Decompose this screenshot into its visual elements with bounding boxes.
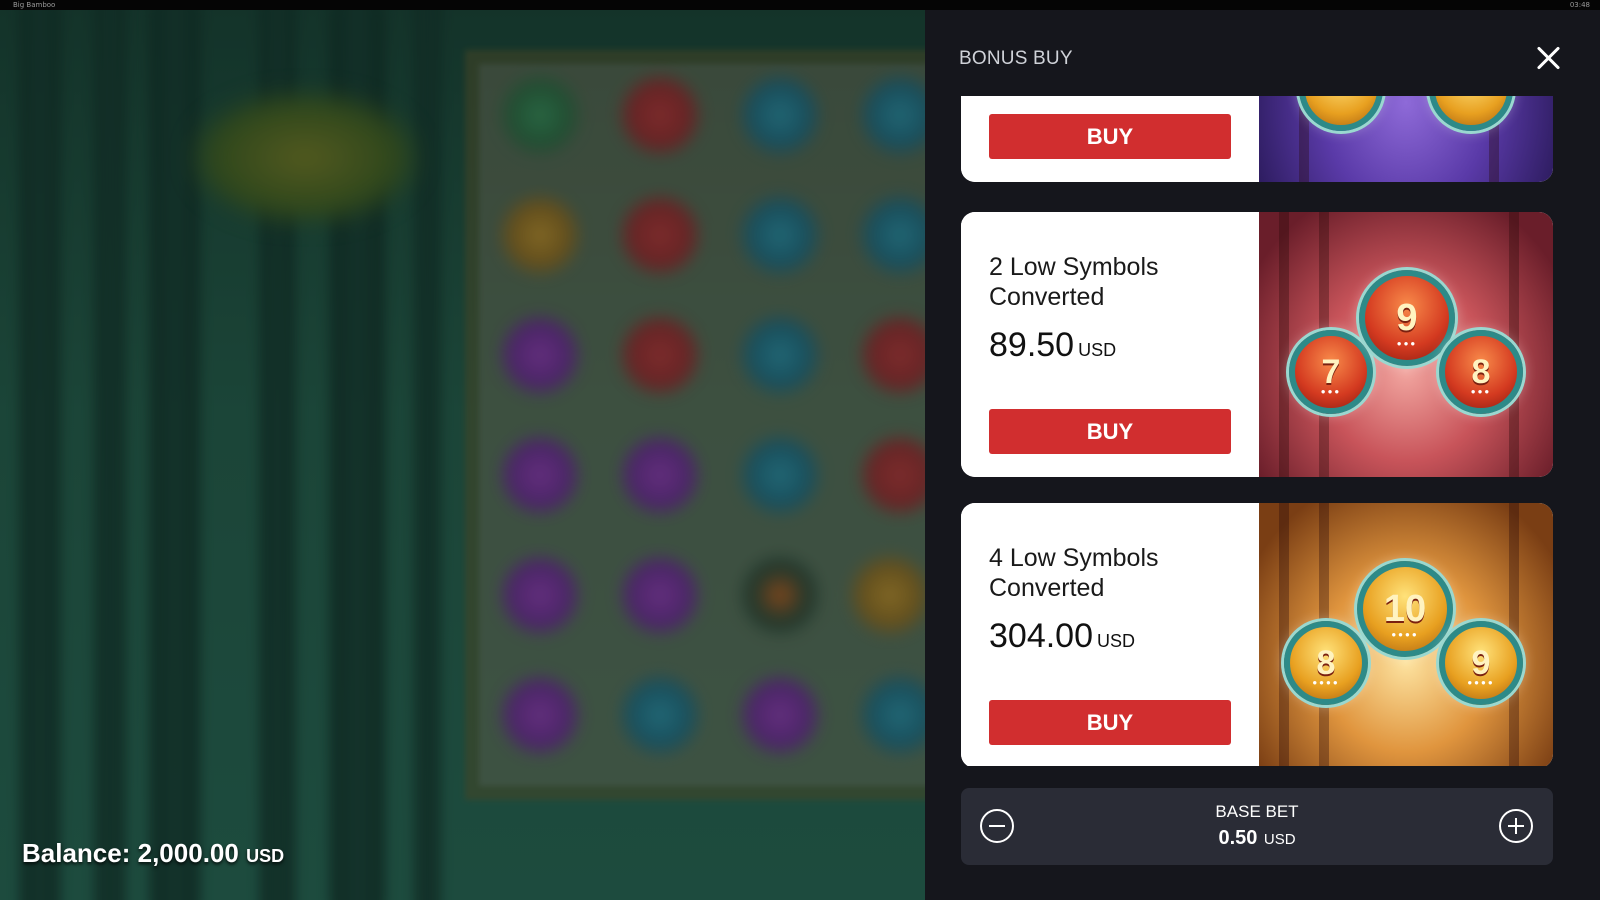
bonus-offer-card: 2 Low Symbols Converted 89.50 USD BUY 7 ●●…	[961, 212, 1553, 477]
buy-button[interactable]: BUY	[989, 114, 1231, 159]
clock: 03:48	[1569, 1, 1590, 9]
bonus-art-image: 7 ●●● 9 ●●● 8 ●●●	[1259, 212, 1553, 477]
bonus-offer-price: 89.50 USD	[989, 326, 1116, 365]
bonus-art-image: 8 ●●●● 10 ●●●● 9 ●●●●	[1259, 503, 1553, 766]
game-background	[0, 10, 925, 900]
buy-button[interactable]: BUY	[989, 700, 1231, 745]
price-currency: USD	[1097, 631, 1136, 651]
bonus-offer-card: BUY	[961, 96, 1553, 182]
panel-title: BONUS BUY	[959, 48, 1073, 69]
coin-symbol: 7 ●●●	[1289, 330, 1373, 414]
base-bet-currency: USD	[1263, 831, 1296, 848]
coin-symbol: 9 ●●●	[1359, 270, 1455, 366]
bonus-offer-name: 4 Low Symbols Converted	[989, 544, 1159, 602]
coin-symbol: 8 ●●●●	[1284, 621, 1368, 705]
base-bet-bar: BASE BET 0.50 USD	[961, 788, 1553, 865]
coin-symbol: 9 ●●●●	[1439, 621, 1523, 705]
bonus-offer-card: 4 Low Symbols Converted 304.00 USD BUY 8 ●…	[961, 503, 1553, 766]
buy-button[interactable]: BUY	[989, 409, 1231, 454]
bonus-art-image	[1259, 96, 1553, 182]
price-amount: 304.00	[989, 617, 1093, 655]
bonus-offer-list[interactable]: BUY 2 Low Symbols Converted 89.50 USD BUY	[961, 96, 1561, 766]
plus-circle-icon[interactable]	[1499, 809, 1533, 843]
price-amount: 89.50	[989, 326, 1075, 364]
base-bet-amount: 0.50	[1218, 827, 1258, 849]
balance-currency: USD	[246, 846, 285, 866]
balance-label: Balance:	[22, 838, 131, 868]
base-bet-label: BASE BET	[1215, 802, 1299, 821]
window-title: Big Bamboo	[13, 1, 56, 9]
coin-symbol: 10 ●●●●	[1357, 561, 1453, 657]
close-icon[interactable]	[1535, 44, 1563, 72]
bonus-buy-panel: BONUS BUY BUY 2 Low Symbols Converted 89…	[925, 10, 1600, 900]
balance-display: Balance: 2,000.00 USD	[22, 838, 284, 869]
balance-amount: 2,000.00	[137, 838, 239, 868]
price-currency: USD	[1078, 340, 1117, 360]
coin-symbol: 8 ●●●	[1439, 330, 1523, 414]
bonus-offer-price: 304.00 USD	[989, 617, 1135, 656]
bonus-offer-name: 2 Low Symbols Converted	[989, 253, 1159, 311]
base-bet-value: 0.50 USD	[961, 827, 1553, 850]
system-top-bar: Big Bamboo 03:48	[0, 0, 1600, 10]
